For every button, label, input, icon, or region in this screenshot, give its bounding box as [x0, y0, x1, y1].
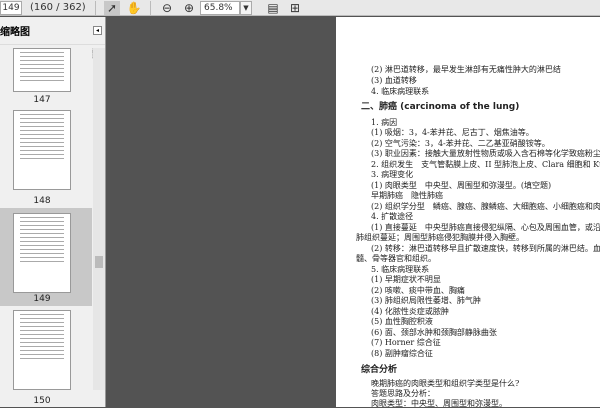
thumbnail-label: 150 — [33, 396, 51, 406]
text-line: 4. 临床病理联系 — [371, 87, 430, 96]
text-line: (1) 早期症状不明显 — [371, 275, 441, 284]
text-line: (3) 职业因素：接触大量放射性物质或吸入含石棉等化学致癌粉尘。 — [371, 149, 600, 158]
text-line: 肉眼类型：中央型、周围型和弥漫型。 — [371, 399, 507, 407]
document-page: (2) 淋巴道转移，最早发生淋部有无痛性肿大的淋巴结 (3) 血道转移 4. 临… — [336, 17, 600, 407]
select-tool-icon[interactable]: ➚ — [104, 0, 120, 15]
text-line: 4. 扩散途径 — [371, 212, 414, 221]
text-line: (3) 肺组织局限性萎增、肺气肿 — [371, 296, 481, 305]
text-line: (1) 直接蔓延 中央型肺癌直接侵犯纵隔、心包及周围血管，或沿支气管壁相 — [371, 223, 600, 232]
thumbnail-page — [13, 310, 71, 390]
zoom-dropdown-icon[interactable]: ▼ — [240, 0, 252, 15]
separator — [150, 0, 151, 15]
separator — [95, 0, 96, 15]
thumbnail-150[interactable]: 150 — [0, 310, 92, 408]
scrollbar-thumb[interactable] — [95, 256, 103, 268]
panel-title: 缩略图 — [0, 27, 30, 38]
thumbnail-label: 148 — [33, 196, 51, 206]
hand-tool-icon[interactable]: ✋ — [126, 1, 142, 15]
thumbnail-147[interactable]: 147 — [0, 48, 92, 108]
thumbnail-149[interactable]: 149 — [0, 208, 92, 306]
text-line: 早期肺癌 隐性肺癌 — [371, 191, 443, 200]
text-line: (2) 组织学分型 鳞癌、腺癌、腺鳞癌、大细胞癌、小细胞癌和肉瘤样癌、 — [371, 202, 600, 211]
thumbnail-148[interactable]: 148 — [0, 110, 92, 208]
text-line: (4) 化脓性炎症或脓肿 — [371, 307, 449, 316]
thumbnail-page — [13, 110, 71, 190]
text-line: (2) 淋巴道转移，最早发生淋部有无痛性肿大的淋巴结 — [371, 65, 561, 74]
fit-page-icon[interactable]: ▤ — [265, 1, 281, 15]
thumbnail-label: 147 — [33, 95, 51, 105]
page-number-input[interactable]: 149 — [0, 0, 22, 15]
text-line: 3. 病理变化 — [371, 170, 414, 179]
section-heading: 二、肺癌 (carcinoma of the lung) — [361, 102, 520, 112]
text-line: (2) 空气污染：3，4-苯并芘、二乙基亚硝酸铵等。 — [371, 139, 550, 148]
zoom-input[interactable]: 65.8% — [200, 0, 240, 15]
thumbnail-scrollbar[interactable] — [93, 48, 105, 390]
page-count: (160 / 362) — [30, 2, 86, 13]
text-line: 1. 病因 — [371, 118, 398, 127]
text-line: (3) 血道转移 — [371, 76, 417, 85]
thumbnail-list: 147 148 149 150 — [0, 48, 92, 406]
text-line: (8) 副肿瘤综合征 — [371, 349, 433, 358]
text-line: 肺组织蔓延；周围型肺癌侵犯胸膜并侵入胸壁。 — [356, 233, 524, 242]
text-line: 2. 组织发生 支气管黏膜上皮、II 型肺泡上皮、Clara 细胞和 Kults… — [371, 160, 600, 169]
text-line: (2) 咳嗽、痰中带血、胸痛 — [371, 286, 465, 295]
text-line: (1) 吸烟：3，4-苯并芘、尼古丁、烟焦油等。 — [371, 128, 534, 137]
toolbar: 149 (160 / 362) ➚ ✋ ⊖ ⊕ 65.8% ▼ ▤ ⊞ — [0, 0, 600, 16]
section-heading: 综合分析 — [361, 365, 398, 375]
fit-width-icon[interactable]: ⊞ — [287, 1, 303, 15]
thumbnail-page — [13, 48, 71, 92]
text-line: (1) 肉眼类型 中央型、周围型和弥漫型。(填空题) — [371, 181, 552, 190]
text-line: 5. 临床病理联系 — [371, 265, 430, 274]
zoom-out-icon[interactable]: ⊖ — [159, 1, 175, 15]
text-line: 答题思路及分析： — [371, 389, 435, 398]
collapse-panel-icon[interactable]: ◂ — [93, 26, 102, 35]
text-line: 晚期肺癌的肉眼类型和组织学类型是什么? — [371, 379, 520, 388]
text-line: (5) 血性胸腔积液 — [371, 317, 433, 326]
text-line: (2) 转移：淋巴道转移早且扩散速度快，转移到所属的淋巴结。血道转移—— — [371, 244, 600, 253]
zoom-in-icon[interactable]: ⊕ — [181, 1, 197, 15]
thumbnail-page — [13, 213, 71, 293]
text-line: 髓、骨等器官和组织。 — [356, 254, 436, 263]
text-line: (6) 面、颈部水肿和颈胸部静脉曲张 — [371, 328, 497, 337]
text-line: (7) Horner 综合征 — [371, 338, 441, 347]
thumbnail-label: 149 — [33, 294, 51, 304]
